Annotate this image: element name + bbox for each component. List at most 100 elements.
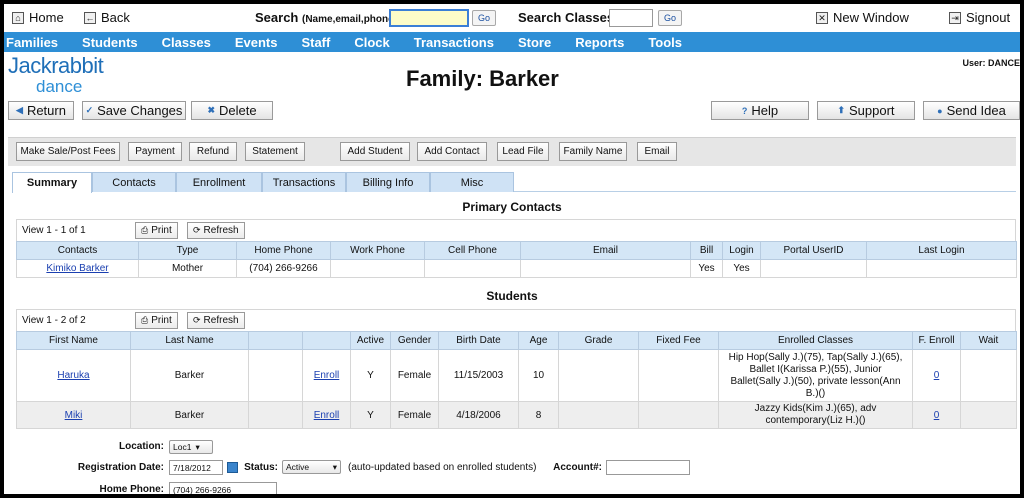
students-print-button[interactable]: ⎙ Print <box>135 312 178 329</box>
cell-wait <box>960 401 1017 429</box>
col-age[interactable]: Age <box>518 331 559 350</box>
tab-transactions[interactable]: Transactions <box>262 172 346 192</box>
col-grade[interactable]: Grade <box>558 331 639 350</box>
signout-button[interactable]: ⇥ Signout <box>949 10 1010 25</box>
add-contact-button[interactable]: Add Contact <box>417 142 487 161</box>
registration-date-input[interactable]: 7/18/2012 <box>169 460 223 475</box>
status-select[interactable]: Active ▾ <box>282 460 341 474</box>
nav-transactions[interactable]: Transactions <box>414 35 494 50</box>
lead-file-button[interactable]: Lead File <box>497 142 549 161</box>
f-enroll-link[interactable]: 0 <box>934 370 940 381</box>
printer-icon: ⎙ <box>141 315 149 325</box>
col-portal-userid[interactable]: Portal UserID <box>760 241 867 260</box>
nav-families[interactable]: Families <box>6 35 58 50</box>
refund-button[interactable]: Refund <box>189 142 237 161</box>
cell-fixed-fee <box>638 349 719 402</box>
email-button[interactable]: Email <box>637 142 677 161</box>
location-value: Loc1 <box>173 442 192 452</box>
col-gender[interactable]: Gender <box>390 331 439 350</box>
col-enrolled-classes[interactable]: Enrolled Classes <box>718 331 913 350</box>
save-changes-button[interactable]: ✓ Save Changes <box>82 101 186 120</box>
main-nav: Families Students Classes Events Staff C… <box>4 32 1020 52</box>
add-student-button[interactable]: Add Student <box>340 142 410 161</box>
col-bill[interactable]: Bill <box>690 241 723 260</box>
f-enroll-link[interactable]: 0 <box>934 410 940 421</box>
cell-grade <box>558 349 639 402</box>
cell-last-name: Barker <box>130 401 249 429</box>
col-home-phone[interactable]: Home Phone <box>236 241 331 260</box>
account-input[interactable] <box>606 460 690 475</box>
contacts-refresh-button[interactable]: ⟳ Refresh <box>187 222 245 239</box>
calendar-icon[interactable] <box>227 462 238 473</box>
new-window-button[interactable]: ✕ New Window <box>816 10 909 25</box>
contacts-print-button[interactable]: ⎙ Print <box>135 222 178 239</box>
family-search-label: Search (Name,email,phone) <box>255 10 398 25</box>
col-birth-date[interactable]: Birth Date <box>438 331 519 350</box>
new-window-icon: ✕ <box>816 11 828 24</box>
make-sale-button[interactable]: Make Sale/Post Fees <box>16 142 120 161</box>
search-go-button[interactable]: Go <box>472 10 496 26</box>
tab-misc[interactable]: Misc <box>430 172 514 192</box>
nav-students[interactable]: Students <box>82 35 138 50</box>
nav-store[interactable]: Store <box>518 35 551 50</box>
back-button[interactable]: ← Back <box>84 10 130 25</box>
col-email[interactable]: Email <box>520 241 691 260</box>
col-last-login[interactable]: Last Login <box>866 241 1017 260</box>
search-classes-go-button[interactable]: Go <box>658 10 682 26</box>
family-name-button[interactable]: Family Name <box>559 142 627 161</box>
cell-gender: Female <box>390 349 439 402</box>
col-login[interactable]: Login <box>722 241 761 260</box>
col-cell-phone[interactable]: Cell Phone <box>424 241 521 260</box>
family-search-input[interactable] <box>389 9 469 27</box>
save-label: Save Changes <box>97 103 183 118</box>
cell-active: Y <box>350 401 391 429</box>
support-button[interactable]: ⬆ Support <box>817 101 915 120</box>
col-type[interactable]: Type <box>138 241 237 260</box>
nav-classes[interactable]: Classes <box>162 35 211 50</box>
top-toolbar: ⌂ Home ← Back Search (Name,email,phone) … <box>4 4 1020 32</box>
question-icon: ? <box>741 105 748 116</box>
enroll-link[interactable]: Enroll <box>314 370 340 381</box>
contact-name-link[interactable]: Kimiko Barker <box>46 263 108 274</box>
signout-label: Signout <box>966 10 1011 25</box>
home-phone-input[interactable]: (704) 266-9266 <box>169 482 277 494</box>
location-select[interactable]: Loc1 ▾ <box>169 440 213 454</box>
cell-type: Mother <box>138 259 237 278</box>
page-title: Family: Barker <box>406 66 559 91</box>
enroll-link[interactable]: Enroll <box>314 410 340 421</box>
student-first-name-link[interactable]: Haruka <box>57 370 89 381</box>
nav-staff[interactable]: Staff <box>301 35 330 50</box>
col-wait[interactable]: Wait <box>960 331 1017 350</box>
nav-reports[interactable]: Reports <box>575 35 624 50</box>
tab-billing-info[interactable]: Billing Info <box>346 172 430 192</box>
students-refresh-button[interactable]: ⟳ Refresh <box>187 312 245 329</box>
tab-enrollment[interactable]: Enrollment <box>176 172 262 192</box>
tab-contacts[interactable]: Contacts <box>92 172 176 192</box>
col-fixed-fee[interactable]: Fixed Fee <box>638 331 719 350</box>
tab-bar: Summary Contacts Enrollment Transactions… <box>12 172 1016 193</box>
delete-button[interactable]: ✖ Delete <box>191 101 273 120</box>
cell-cell-phone <box>424 259 521 278</box>
home-button[interactable]: ⌂ Home <box>12 10 64 25</box>
nav-clock[interactable]: Clock <box>354 35 389 50</box>
tab-summary[interactable]: Summary <box>12 172 92 193</box>
statement-button[interactable]: Statement <box>245 142 305 161</box>
col-f-enroll[interactable]: F. Enroll <box>912 331 961 350</box>
col-contacts[interactable]: Contacts <box>16 241 139 260</box>
nav-events[interactable]: Events <box>235 35 278 50</box>
cell-age: 10 <box>518 349 559 402</box>
home-phone-label: Home Phone: <box>99 484 164 494</box>
col-first-name[interactable]: First Name <box>16 331 131 350</box>
col-last-name[interactable]: Last Name <box>130 331 249 350</box>
col-active[interactable]: Active <box>350 331 391 350</box>
registration-date-label: Registration Date: <box>77 462 164 473</box>
col-work-phone[interactable]: Work Phone <box>330 241 425 260</box>
help-button[interactable]: ? Help <box>711 101 809 120</box>
nav-tools[interactable]: Tools <box>648 35 682 50</box>
return-button[interactable]: ◀ Return <box>8 101 74 120</box>
send-idea-button[interactable]: ● Send Idea <box>923 101 1020 120</box>
student-first-name-link[interactable]: Miki <box>65 410 83 421</box>
person-icon: ⬆ <box>837 105 845 115</box>
payment-button[interactable]: Payment <box>128 142 182 161</box>
search-classes-input[interactable] <box>609 9 653 27</box>
